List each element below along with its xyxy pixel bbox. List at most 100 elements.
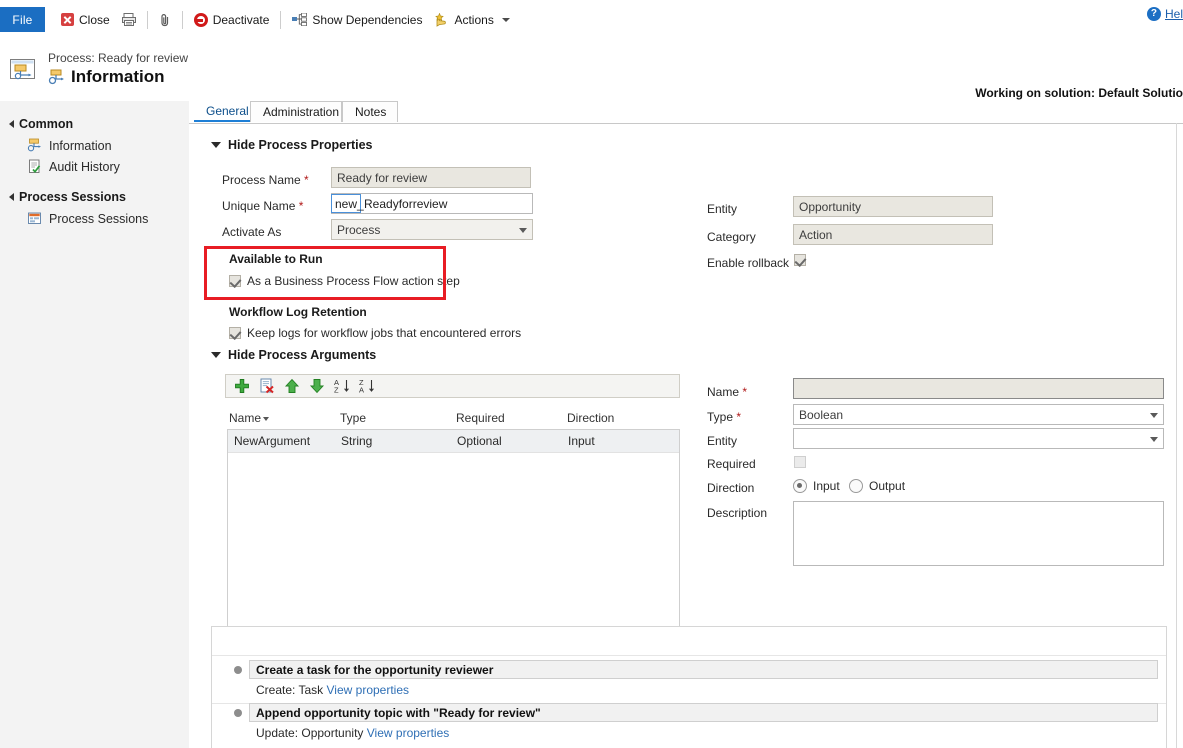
chevron-down-icon [211,352,221,358]
main-content: General Administration Notes Hide Proces… [189,101,1183,748]
argument-name-label: Name * [707,385,747,399]
help-link-label: Hel [1165,7,1183,21]
form-body: Hide Process Properties Process Name * R… [189,123,1177,748]
enable-rollback-checkbox[interactable] [794,254,806,266]
print-report-icon [122,13,136,26]
unique-name-prefix[interactable]: new_ [331,194,361,213]
arguments-toolbar: A Z Z A [225,374,680,398]
command-bar-items: Close [55,6,516,33]
step-bullet-icon[interactable] [234,709,242,717]
argument-description-field[interactable] [793,501,1164,566]
view-properties-link[interactable]: View properties [327,683,410,697]
chevron-expanded-icon [9,193,14,201]
sidebar-item-information-label: Information [49,139,112,153]
delete-document-icon[interactable] [259,378,275,394]
file-menu-button[interactable]: File [0,7,45,32]
actions-button-label: Actions [454,13,493,27]
help-link[interactable]: ? Hel [1147,7,1183,21]
step-action: Update: [256,726,298,740]
required-asterisk: * [739,385,747,399]
view-properties-link[interactable]: View properties [367,726,450,740]
activate-as-dropdown[interactable]: Process [331,219,533,240]
step-header-row: Create a task for the opportunity review… [212,660,1166,679]
sessions-icon [27,211,42,226]
print-report-button[interactable] [116,6,142,33]
argument-entity-dropdown[interactable] [793,428,1164,449]
plus-icon[interactable] [234,378,250,394]
step-title[interactable]: Append opportunity topic with "Ready for… [249,703,1158,722]
show-dependencies-button[interactable]: Show Dependencies [286,6,428,33]
argument-required-label: Required [707,457,756,471]
radio-output-icon[interactable] [849,479,863,493]
argument-type-label: Type * [707,410,741,424]
argument-entity-label: Entity [707,434,737,448]
column-header-required[interactable]: Required [456,411,505,425]
process-name-label: Process Name * [222,173,309,187]
sort-indicator-icon [263,417,269,421]
bpf-action-step-label: As a Business Process Flow action step [247,274,460,288]
bpf-action-step-checkbox[interactable] [229,275,241,287]
sidebar-item-audit-history[interactable]: Audit History [0,156,189,177]
information-icon [48,69,65,86]
argument-type-dropdown[interactable]: Boolean [793,404,1164,425]
unique-name-label: Unique Name * [222,199,303,213]
direction-input-label: Input [813,479,840,493]
nav-group-common[interactable]: Common [0,113,189,135]
process-name-field[interactable]: Ready for review [331,167,531,188]
tab-general[interactable]: General [194,101,250,122]
direction-output-option[interactable]: Output [849,479,905,493]
enable-rollback-label: Enable rollback [707,256,789,270]
nav-group-process-sessions[interactable]: Process Sessions [0,186,189,208]
activate-as-label: Activate As [222,225,281,239]
step-title[interactable]: Create a task for the opportunity review… [249,660,1158,679]
process-steps-panel: Create a task for the opportunity review… [211,626,1167,748]
sort-az-icon[interactable]: A Z [334,378,350,394]
command-separator-3 [280,11,281,29]
category-field[interactable]: Action [793,224,993,245]
direction-input-option[interactable]: Input [793,479,840,493]
step-bullet-icon[interactable] [234,666,242,674]
keep-logs-checkbox[interactable] [229,327,241,339]
tab-administration-label: Administration [263,105,339,119]
tab-administration[interactable]: Administration [250,101,342,122]
argument-required-checkbox[interactable] [794,456,806,468]
argument-description-label: Description [707,506,767,520]
table-row[interactable]: NewArgument String Optional Input [228,430,679,453]
actions-button[interactable]: Actions [428,6,515,33]
process-step: Append opportunity topic with "Ready for… [212,703,1166,745]
sidebar-item-process-sessions[interactable]: Process Sessions [0,208,189,229]
process-name-label-text: Process Name [222,173,301,187]
deactivate-button-label: Deactivate [213,13,270,27]
toggle-process-arguments[interactable]: Hide Process Arguments [211,348,376,362]
sidebar-item-information[interactable]: Information [0,135,189,156]
process-arguments-section-label: Hide Process Arguments [228,348,376,362]
show-dependencies-label: Show Dependencies [312,13,422,27]
toggle-process-properties[interactable]: Hide Process Properties [211,138,373,152]
attach-file-button[interactable] [153,6,177,33]
column-header-type[interactable]: Type [340,411,366,425]
entity-field[interactable]: Opportunity [793,196,993,217]
cell-type: String [341,434,372,448]
sort-za-icon[interactable]: Z A [359,378,375,394]
tab-notes[interactable]: Notes [342,101,398,122]
radio-input-icon[interactable] [793,479,807,493]
chevron-down-icon [1150,437,1158,442]
arrow-up-icon[interactable] [284,378,300,394]
column-header-direction[interactable]: Direction [567,411,614,425]
close-button[interactable]: Close [55,6,116,33]
keep-logs-row[interactable]: Keep logs for workflow jobs that encount… [229,326,521,340]
chevron-down-icon [211,142,221,148]
argument-name-label-text: Name [707,385,739,399]
chevron-down-icon [1150,413,1158,418]
column-header-name[interactable]: Name [229,411,269,425]
deactivate-button[interactable]: Deactivate [188,6,276,33]
cell-name: NewArgument [234,434,310,448]
keep-logs-label: Keep logs for workflow jobs that encount… [247,326,521,340]
available-to-run-label: Available to Run [229,252,323,266]
arrow-down-icon[interactable] [309,378,325,394]
bpf-action-step-row[interactable]: As a Business Process Flow action step [229,274,460,288]
argument-direction-label: Direction [707,481,754,495]
argument-name-field[interactable] [793,378,1164,399]
nav-group-process-sessions-label: Process Sessions [19,190,126,204]
chevron-down-icon [519,228,527,233]
